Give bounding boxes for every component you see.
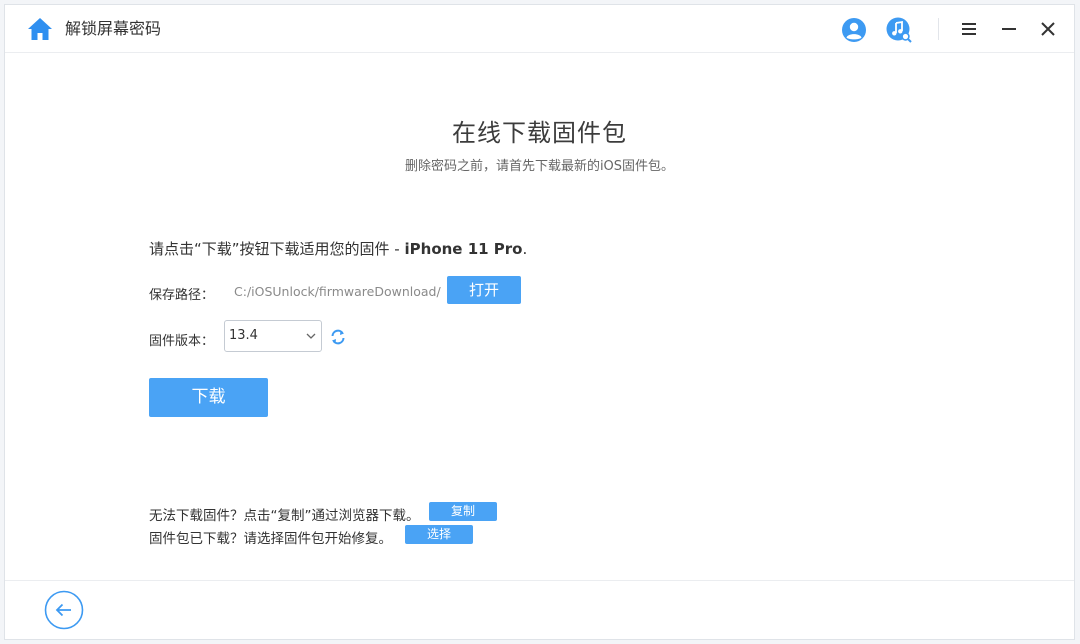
save-path-label: 保存路径：	[149, 288, 215, 303]
open-folder-button[interactable]: 打开	[447, 276, 521, 304]
save-path-value: C:/iOSUnlock/firmwareDownload/	[234, 284, 441, 299]
app-title: 解锁屏幕密码	[65, 19, 162, 38]
app-window: 解锁屏幕密码 在线下载固件包 删除密码之前，请首先下载最新的iOS固件包。 请点…	[4, 4, 1075, 640]
refresh-icon[interactable]	[329, 328, 347, 346]
copy-button[interactable]: 复制	[429, 502, 497, 521]
instruction-suffix: .	[522, 240, 528, 258]
account-icon[interactable]	[841, 17, 867, 43]
select-button[interactable]: 选择	[405, 525, 473, 544]
page-subtitle: 删除密码之前，请首先下载最新的iOS固件包。	[404, 159, 675, 174]
page-title: 在线下载固件包	[452, 119, 627, 147]
firmware-version-select[interactable]: 13.4	[224, 320, 322, 352]
back-arrow-icon[interactable]	[44, 590, 84, 630]
select-help-text: 固件包已下载？请选择固件包开始修复。	[149, 531, 392, 547]
close-icon[interactable]	[1038, 19, 1058, 39]
download-button[interactable]: 下载	[149, 378, 268, 417]
titlebar-divider	[938, 18, 939, 40]
minimize-icon[interactable]	[999, 19, 1019, 39]
bottom-divider	[5, 580, 1074, 581]
firmware-version-label: 固件版本：	[149, 334, 215, 349]
home-icon[interactable]	[27, 17, 53, 41]
menu-icon[interactable]	[959, 19, 979, 39]
firmware-version-value: 13.4	[229, 328, 258, 343]
music-search-icon[interactable]	[886, 17, 912, 43]
chevron-down-icon	[306, 333, 316, 339]
instruction-prefix: 请点击“下载”按钮下载适用您的固件 -	[149, 240, 405, 258]
copy-help-text: 无法下载固件？点击“复制”通过浏览器下载。	[149, 508, 420, 524]
device-name: iPhone 11 Pro	[404, 240, 523, 258]
download-instruction: 请点击“下载”按钮下载适用您的固件 - iPhone 11 Pro.	[149, 238, 527, 259]
title-bar: 解锁屏幕密码	[5, 5, 1074, 53]
